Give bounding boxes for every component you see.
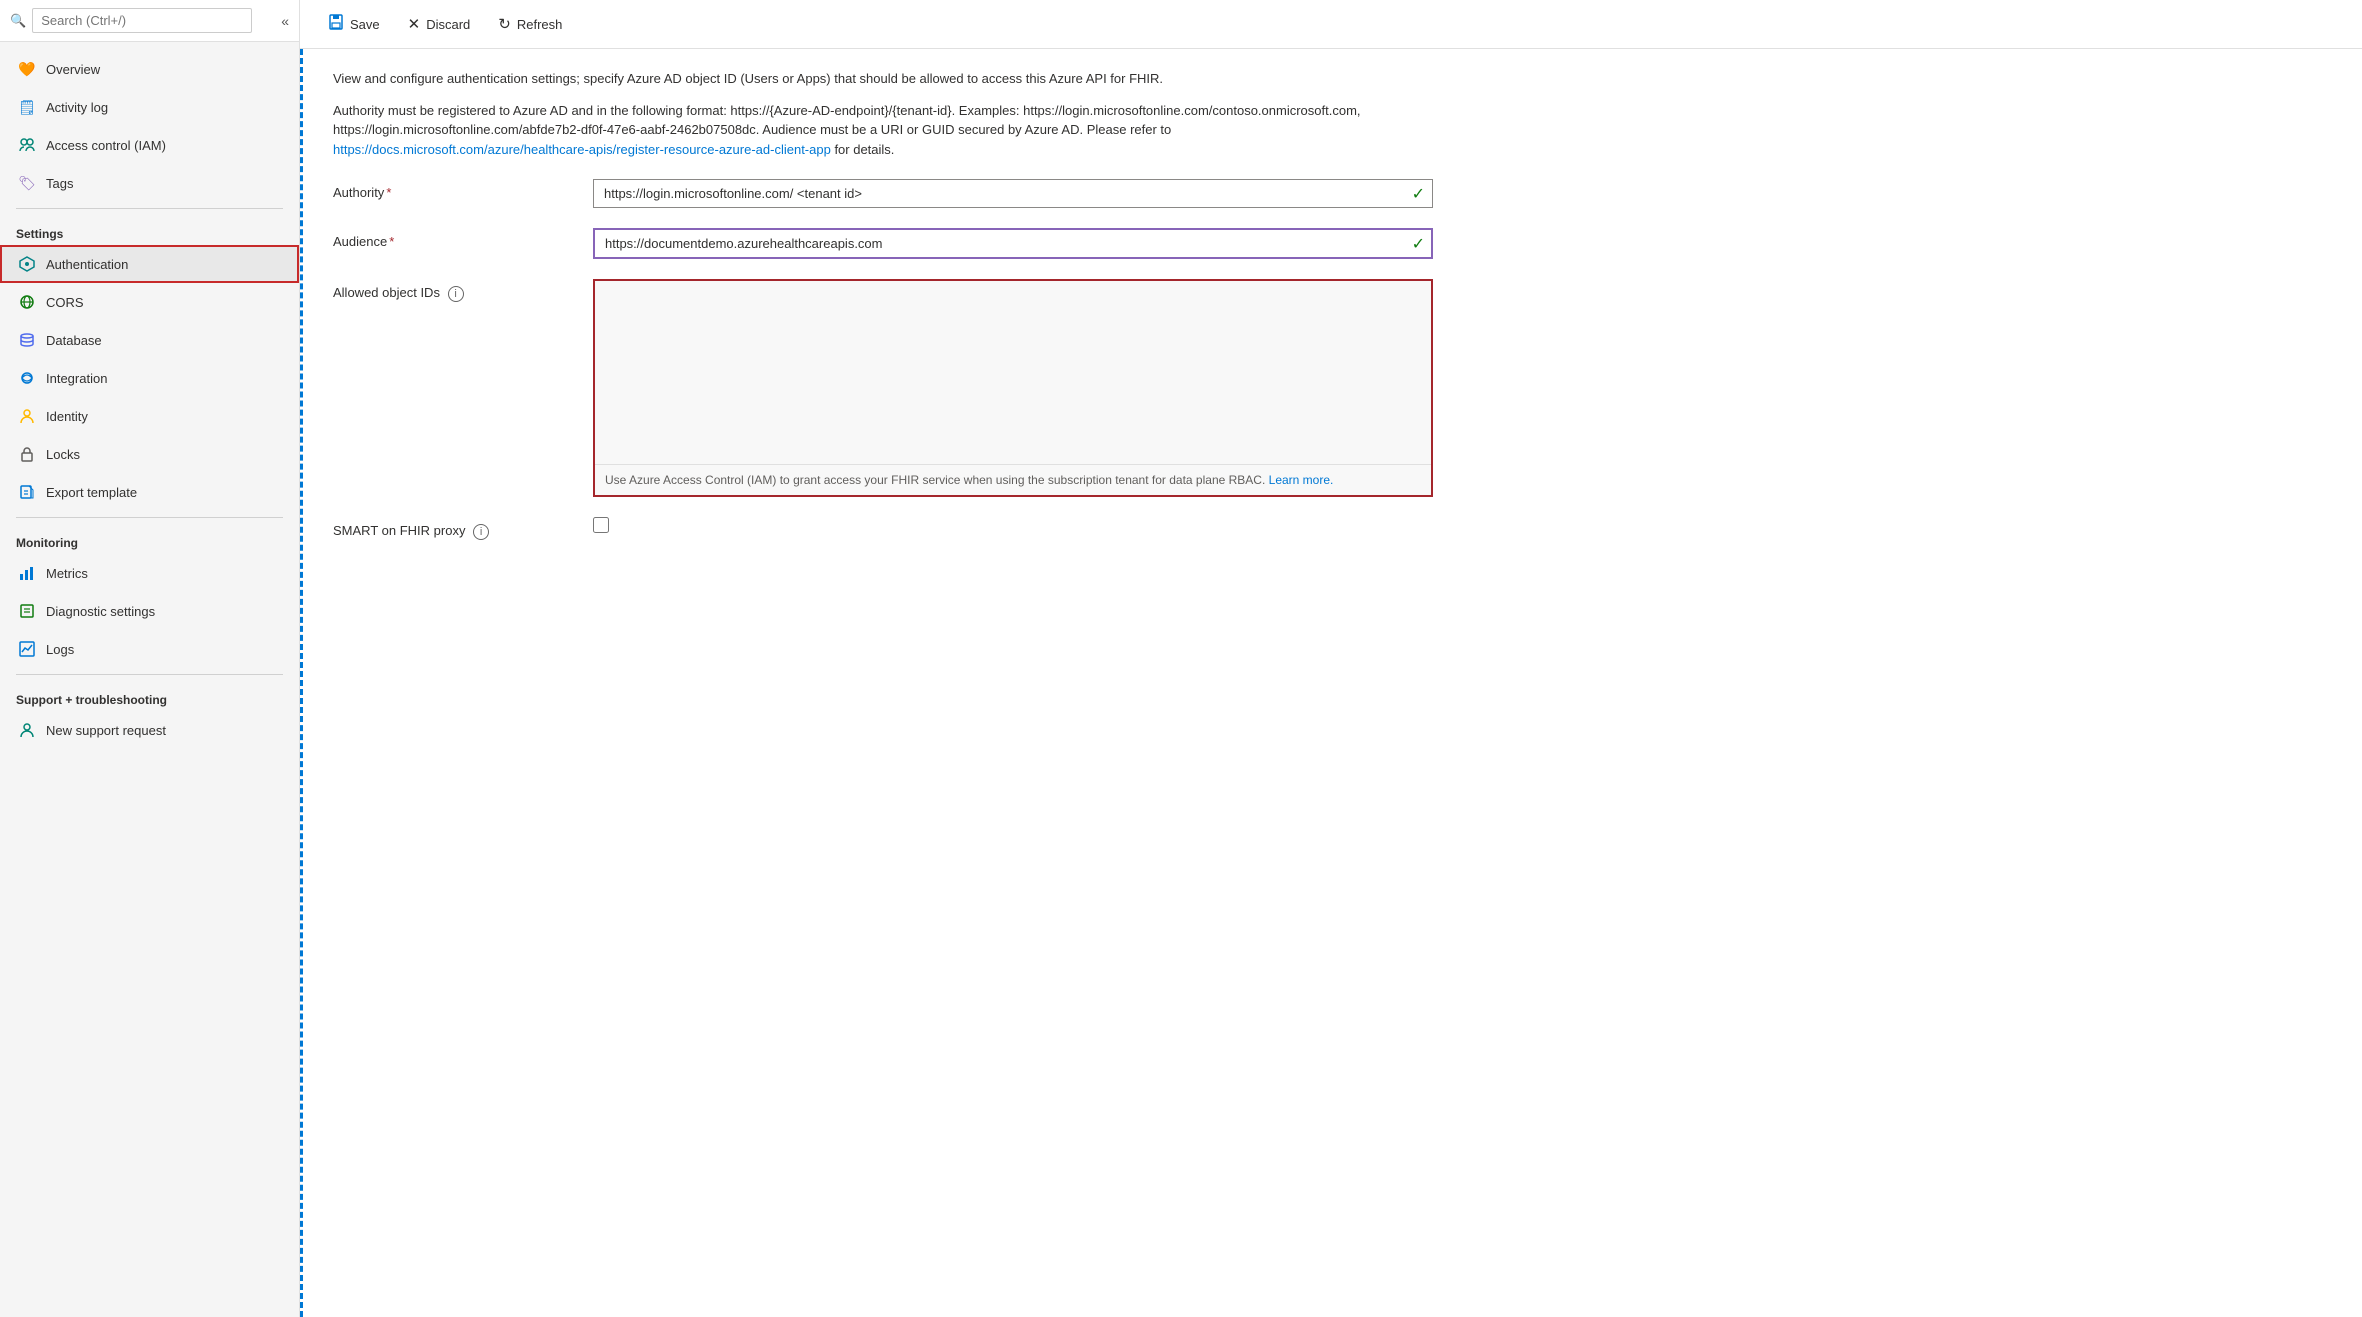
audience-check-icon: ✓ — [1412, 234, 1425, 254]
overview-icon: 🧡 — [18, 60, 36, 78]
sidebar-item-database[interactable]: Database — [0, 321, 299, 359]
content-area: View and configure authentication settin… — [300, 49, 2362, 1317]
sidebar-item-integration[interactable]: Integration — [0, 359, 299, 397]
new-support-icon — [18, 721, 36, 739]
sidebar-item-locks[interactable]: Locks — [0, 435, 299, 473]
sidebar-item-label: Access control (IAM) — [46, 138, 166, 153]
save-icon — [328, 14, 344, 34]
authority-row: Authority* ✓ — [333, 179, 1433, 208]
authority-label: Authority* — [333, 179, 593, 200]
allowed-ids-row: Allowed object IDs i Use Azure Access Co… — [333, 279, 1433, 497]
smart-proxy-info-icon[interactable]: i — [473, 524, 489, 540]
sidebar-item-label: Authentication — [46, 257, 128, 272]
authority-check-icon: ✓ — [1412, 184, 1425, 204]
sidebar-search-bar: 🔍 « — [0, 0, 299, 42]
support-section-label: Support + troubleshooting — [0, 681, 299, 711]
smart-proxy-checkbox[interactable] — [593, 517, 609, 533]
tags-icon: 🏷 — [18, 174, 36, 192]
authority-input-wrapper: ✓ — [593, 179, 1433, 208]
refresh-label: Refresh — [517, 17, 563, 32]
search-input[interactable] — [32, 8, 252, 33]
monitoring-section-label: Monitoring — [0, 524, 299, 554]
sidebar-item-diagnostic-settings[interactable]: Diagnostic settings — [0, 592, 299, 630]
smart-proxy-label: SMART on FHIR proxy i — [333, 517, 593, 540]
metrics-icon — [18, 564, 36, 582]
sidebar-nav: 🧡 Overview 🗒 Activity log Access control… — [0, 42, 299, 757]
audience-row: Audience* ✓ — [333, 228, 1433, 259]
diagnostic-icon — [18, 602, 36, 620]
form-section: Authority* ✓ Audience* ✓ — [333, 179, 2332, 540]
sidebar-item-label: Database — [46, 333, 102, 348]
sidebar-item-logs[interactable]: Logs — [0, 630, 299, 668]
collapse-button[interactable]: « — [281, 13, 289, 29]
allowed-ids-textarea[interactable] — [595, 281, 1431, 461]
sidebar-item-new-support-request[interactable]: New support request — [0, 711, 299, 749]
logs-icon — [18, 640, 36, 658]
sidebar-item-label: Tags — [46, 176, 73, 191]
locks-icon — [18, 445, 36, 463]
save-button[interactable]: Save — [316, 8, 392, 40]
description-line2-after: for details. — [831, 142, 895, 157]
sidebar-item-metrics[interactable]: Metrics — [0, 554, 299, 592]
sidebar-item-label: Diagnostic settings — [46, 604, 155, 619]
settings-section-label: Settings — [0, 215, 299, 245]
docs-link[interactable]: https://docs.microsoft.com/azure/healthc… — [333, 142, 831, 157]
sidebar-item-label: Integration — [46, 371, 107, 386]
identity-icon — [18, 407, 36, 425]
refresh-icon: ↻ — [498, 15, 511, 33]
audience-input-wrapper: ✓ — [593, 228, 1433, 259]
monitoring-divider — [16, 517, 283, 518]
support-divider — [16, 674, 283, 675]
sidebar-item-label: Locks — [46, 447, 80, 462]
sidebar-item-access-control[interactable]: Access control (IAM) — [0, 126, 299, 164]
settings-divider — [16, 208, 283, 209]
sidebar: 🔍 « 🧡 Overview 🗒 Activity log Access con… — [0, 0, 300, 1317]
integration-icon — [18, 369, 36, 387]
discard-button[interactable]: ✕ Discard — [396, 9, 483, 39]
sidebar-item-label: Export template — [46, 485, 137, 500]
sidebar-item-label: CORS — [46, 295, 84, 310]
save-label: Save — [350, 17, 380, 32]
allowed-ids-info-icon[interactable]: i — [448, 286, 464, 302]
description-line2-before: Authority must be registered to Azure AD… — [333, 103, 1361, 138]
search-icon: 🔍 — [10, 13, 26, 29]
database-icon — [18, 331, 36, 349]
toolbar: Save ✕ Discard ↻ Refresh — [300, 0, 2362, 49]
discard-label: Discard — [426, 17, 470, 32]
sidebar-item-label: Metrics — [46, 566, 88, 581]
sidebar-item-label: Activity log — [46, 100, 108, 115]
discard-icon: ✕ — [408, 15, 421, 33]
sidebar-item-activity-log[interactable]: 🗒 Activity log — [0, 88, 299, 126]
allowed-ids-textarea-wrapper: Use Azure Access Control (IAM) to grant … — [593, 279, 1433, 497]
audience-required: * — [389, 234, 394, 249]
allowed-ids-label: Allowed object IDs i — [333, 279, 593, 302]
authority-input[interactable] — [593, 179, 1433, 208]
sidebar-item-label: Overview — [46, 62, 100, 77]
main-panel: Save ✕ Discard ↻ Refresh View and config… — [300, 0, 2362, 1317]
smart-proxy-row: SMART on FHIR proxy i — [333, 517, 1433, 540]
audience-label: Audience* — [333, 228, 593, 249]
sidebar-item-label: Logs — [46, 642, 74, 657]
sidebar-item-export-template[interactable]: Export template — [0, 473, 299, 511]
export-template-icon — [18, 483, 36, 501]
sidebar-item-authentication[interactable]: Authentication — [0, 245, 299, 283]
allowed-ids-hint: Use Azure Access Control (IAM) to grant … — [595, 464, 1431, 495]
sidebar-item-label: Identity — [46, 409, 88, 424]
smart-proxy-checkbox-wrapper — [593, 517, 609, 533]
cors-icon — [18, 293, 36, 311]
refresh-button[interactable]: ↻ Refresh — [486, 9, 574, 39]
sidebar-item-identity[interactable]: Identity — [0, 397, 299, 435]
authentication-icon — [18, 255, 36, 273]
activity-log-icon: 🗒 — [18, 98, 36, 116]
sidebar-item-label: New support request — [46, 723, 166, 738]
sidebar-item-tags[interactable]: 🏷 Tags — [0, 164, 299, 202]
description-line1: View and configure authentication settin… — [333, 69, 1383, 89]
access-control-icon — [18, 136, 36, 154]
authority-required: * — [386, 185, 391, 200]
learn-more-link[interactable]: Learn more. — [1269, 473, 1334, 487]
audience-input[interactable] — [593, 228, 1433, 259]
description-line2: Authority must be registered to Azure AD… — [333, 101, 1383, 160]
sidebar-item-cors[interactable]: CORS — [0, 283, 299, 321]
sidebar-item-overview[interactable]: 🧡 Overview — [0, 50, 299, 88]
